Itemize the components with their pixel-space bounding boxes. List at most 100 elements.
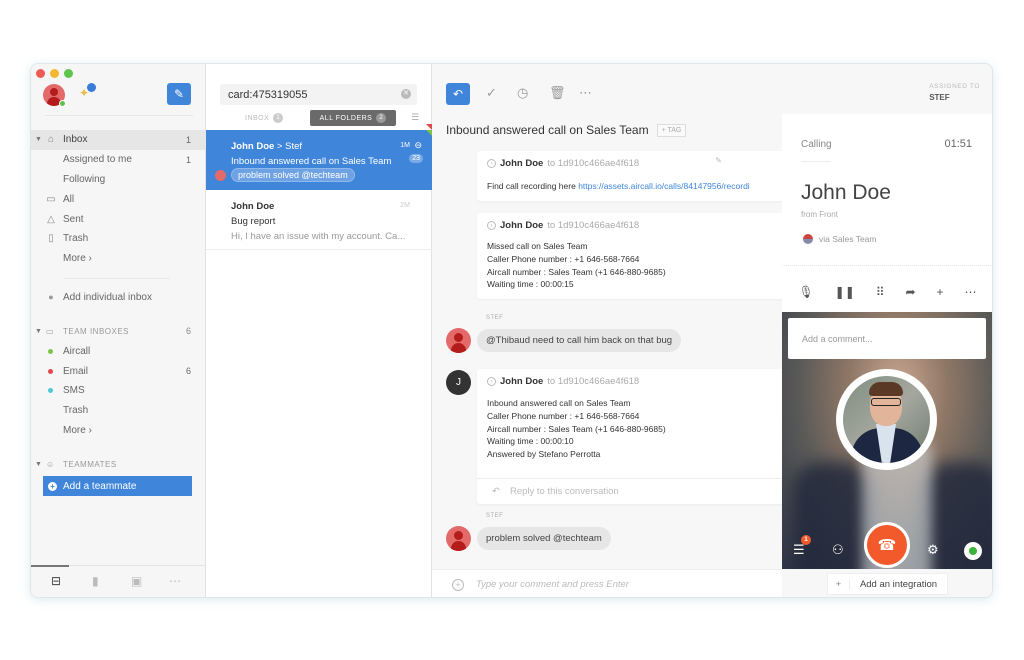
message-header: › John Doe to 1d910c466ae4f618: [487, 220, 639, 231]
conversation-subject: Bug report: [231, 216, 276, 227]
reply-placeholder: Reply to this conversation: [509, 486, 619, 497]
inbox-tray-icon[interactable]: ⊟: [51, 574, 61, 588]
section-teammates[interactable]: ▼ ☺ TEAMMATES: [31, 454, 206, 474]
message-header: › John Doe to 1d910c466ae4f618: [487, 376, 639, 387]
conversation-preview: Hi, I have an issue with my account. Ca.…: [231, 231, 406, 242]
sidebar-item-trash[interactable]: ▯ Trash: [31, 229, 206, 249]
count-badge: 2: [376, 113, 387, 123]
sidebar-item-assigned-to-me[interactable]: Assigned to me 1: [31, 150, 206, 170]
reply-all-button[interactable]: ↶: [446, 83, 470, 105]
comment-author: STEF: [486, 513, 504, 519]
add-integration-button[interactable]: + Add an integration: [826, 573, 949, 595]
search-value: card:475319055: [228, 88, 308, 101]
more-icon[interactable]: ⋯: [579, 85, 592, 101]
clear-search-icon[interactable]: ✕: [401, 89, 411, 99]
message-card[interactable]: › John Doe to 1d910c466ae4f618 Inbound a…: [477, 369, 787, 504]
home-icon: ⌂: [47, 134, 55, 146]
sidebar-item-sms[interactable]: SMS: [31, 381, 206, 401]
message-line: Caller Phone number : +1 646-568-7664: [487, 253, 640, 264]
sidebar-item-sent[interactable]: △ Sent: [31, 209, 206, 229]
sidebar-item-more[interactable]: More ›: [31, 249, 206, 269]
call-comment-input[interactable]: Add a comment...: [788, 318, 986, 359]
sidebar-item-team-more[interactable]: More ›: [31, 421, 206, 441]
add-teammate-button[interactable]: + Add a teammate: [43, 476, 192, 497]
active-tab-indicator: [31, 565, 69, 567]
contact-icon[interactable]: ⚇: [832, 542, 844, 558]
chevron-right-icon[interactable]: ›: [487, 159, 496, 168]
conversation-item-selected[interactable]: John Doe > Stef 1M ⊖ Inbound answered ca…: [206, 130, 432, 190]
snooze-clock-icon[interactable]: ◷: [517, 85, 528, 101]
comment-avatar: [446, 328, 471, 353]
chevron-down-icon[interactable]: ▼: [35, 136, 42, 143]
reply-icon: ↶: [492, 486, 500, 497]
section-team-inboxes[interactable]: ▼ ▭ TEAM INBOXES 6: [31, 321, 206, 341]
message-card[interactable]: › John Doe to 1d910c466ae4f618 Missed ca…: [477, 213, 787, 299]
count-badge: 1: [185, 134, 191, 145]
archive-check-icon[interactable]: ✓: [486, 85, 497, 101]
conversation-view: ↶ ✓ ◷ 🗑 ⋯ ASSIGNED TO STEF Inbound answe…: [432, 64, 992, 597]
filter-icon[interactable]: ☰: [411, 112, 419, 123]
call-line-info: via Sales Team: [803, 234, 876, 244]
caller-name: John Doe: [801, 181, 891, 204]
chevron-down-icon[interactable]: ▼: [35, 328, 42, 335]
mic-icon[interactable]: 🎙: [798, 285, 813, 299]
call-status: Calling: [801, 139, 832, 150]
message-sender: John Doe: [500, 158, 544, 169]
more-icon[interactable]: ⋯: [169, 574, 181, 588]
availability-toggle[interactable]: [964, 542, 982, 560]
comment-composer[interactable]: + Type your comment and press Enter: [432, 569, 782, 597]
compose-button[interactable]: ✎: [167, 83, 191, 105]
chevron-down-icon[interactable]: ▼: [35, 461, 42, 468]
close-window-button[interactable]: [36, 69, 45, 78]
notification-dot: [87, 83, 96, 92]
chevron-right-icon[interactable]: ›: [487, 221, 496, 230]
count-badge: 6: [185, 366, 191, 377]
add-tag-button[interactable]: + TAG: [656, 123, 687, 137]
add-attachment-icon[interactable]: +: [452, 578, 464, 591]
comment-input-placeholder[interactable]: Type your comment and press Enter: [476, 579, 629, 590]
minimize-window-button[interactable]: [50, 69, 59, 78]
conversation-list: card:475319055 ✕ INBOX 1 ALL FOLDERS 2 ☰…: [206, 64, 432, 597]
add-individual-inbox-button[interactable]: ● Add individual inbox: [31, 288, 206, 308]
message-body: Inbound answered call on Sales Team Call…: [487, 397, 666, 461]
contacts-icon[interactable]: ▣: [131, 574, 142, 588]
tab-all-folders[interactable]: ALL FOLDERS 2: [310, 110, 396, 126]
sidebar-item-email[interactable]: Email 6: [31, 361, 206, 381]
more-icon[interactable]: ⋯: [964, 285, 976, 299]
settings-gear-icon[interactable]: ⚙: [927, 542, 939, 558]
sidebar-item-all[interactable]: ▭ All: [31, 189, 206, 209]
color-dot: [48, 348, 53, 354]
analytics-icon[interactable]: ▮: [92, 574, 99, 588]
sidebar-item-team-trash[interactable]: Trash: [31, 401, 206, 421]
pause-icon[interactable]: ❚❚: [835, 285, 855, 299]
keypad-icon[interactable]: ⠿: [876, 285, 885, 299]
search-input[interactable]: card:475319055 ✕: [220, 84, 417, 105]
plus-icon: +: [48, 481, 57, 491]
people-icon: ☺: [46, 459, 55, 469]
maximize-window-button[interactable]: [64, 69, 73, 78]
sidebar-item-following[interactable]: Following: [31, 170, 206, 190]
add-icon[interactable]: +: [936, 285, 943, 299]
transfer-icon[interactable]: ➦: [905, 285, 915, 299]
conversation-item[interactable]: John Doe 2M Bug report Hi, I have an iss…: [206, 124, 432, 250]
edit-icon[interactable]: ✎: [715, 156, 722, 165]
sidebar-item-aircall[interactable]: Aircall: [31, 341, 206, 361]
caller-photo: [836, 369, 937, 470]
hang-up-icon: ☎: [877, 537, 897, 554]
hang-up-button[interactable]: ☎: [864, 522, 910, 568]
message-sender: John Doe: [500, 220, 544, 231]
reply-to-conversation-button[interactable]: ↶ Reply to this conversation: [477, 478, 787, 504]
sidebar-item-inbox[interactable]: ▼ ⌂ Inbox 1: [31, 130, 206, 150]
comment-avatar: [215, 170, 226, 181]
tab-inbox[interactable]: INBOX 1: [245, 110, 284, 126]
conversation-time: 1M: [400, 142, 410, 149]
sender-name: John Doe: [231, 141, 275, 152]
message-card[interactable]: › John Doe to 1d910c466ae4f618 ✎ Find ca…: [477, 151, 787, 201]
comment-author: STEF: [486, 315, 504, 321]
sidebar-item-label: SMS: [63, 385, 85, 397]
chevron-right-icon[interactable]: ›: [487, 377, 496, 386]
trash-icon[interactable]: 🗑: [549, 85, 566, 101]
recording-link[interactable]: https://assets.aircall.io/calls/84147956…: [578, 181, 750, 191]
count-badge: 1: [185, 154, 191, 165]
assignee-selector[interactable]: ASSIGNED TO STEF: [929, 83, 980, 102]
